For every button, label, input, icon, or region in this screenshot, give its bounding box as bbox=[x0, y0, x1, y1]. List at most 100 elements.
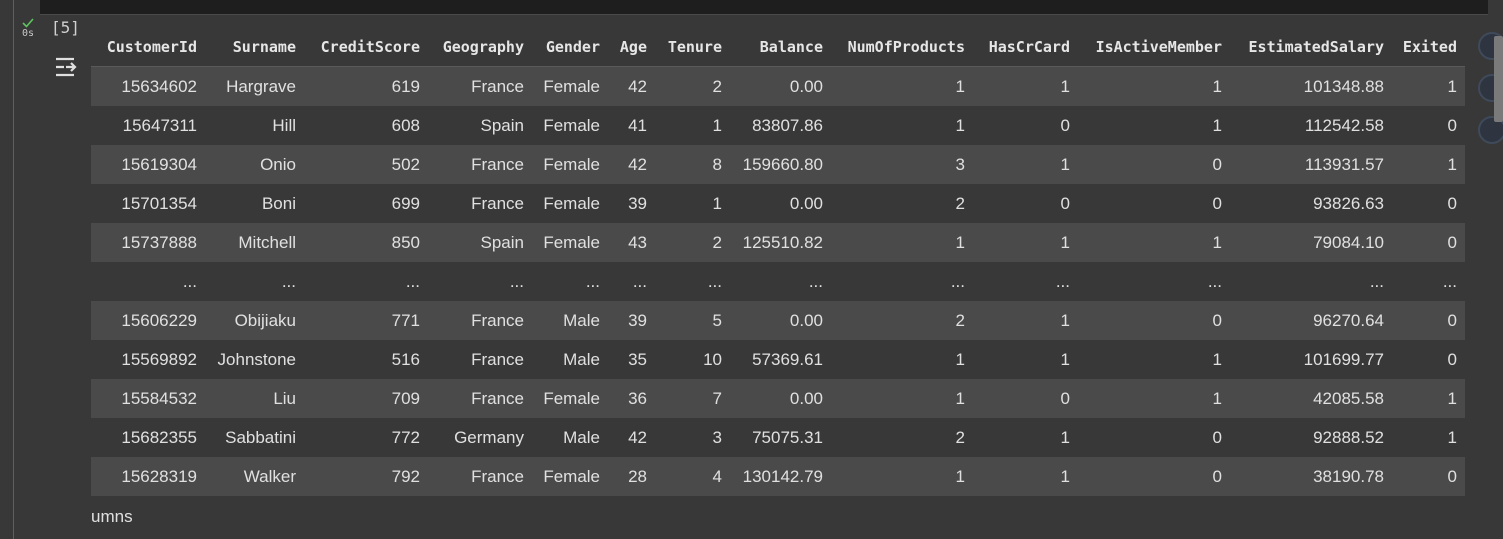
column-header: CreditScore bbox=[304, 28, 428, 67]
table-cell: 2 bbox=[831, 184, 973, 223]
table-cell: 42 bbox=[608, 66, 655, 106]
table-cell: 159660.80 bbox=[730, 145, 831, 184]
column-header: Tenure bbox=[655, 28, 730, 67]
table-cell: 15634602 bbox=[91, 66, 205, 106]
ellipsis-row: ....................................... bbox=[91, 262, 1465, 301]
table-cell: 1 bbox=[1078, 223, 1230, 262]
table-cell: 608 bbox=[304, 106, 428, 145]
table-cell: 1 bbox=[1078, 379, 1230, 418]
table-cell: 101348.88 bbox=[1230, 66, 1392, 106]
table-cell: 15701354 bbox=[91, 184, 205, 223]
table-cell: 0 bbox=[1392, 223, 1465, 262]
table-cell: 4 bbox=[655, 457, 730, 496]
dataframe-shape-text: umns bbox=[91, 507, 133, 526]
table-cell: Sabbatini bbox=[205, 418, 304, 457]
table-cell: 15647311 bbox=[91, 106, 205, 145]
table-cell: 2 bbox=[655, 223, 730, 262]
column-header: Balance bbox=[730, 28, 831, 67]
table-cell: Male bbox=[532, 418, 608, 457]
run-status: 0s bbox=[20, 16, 36, 39]
table-cell: Boni bbox=[205, 184, 304, 223]
table-cell: Male bbox=[532, 340, 608, 379]
table-cell: 1 bbox=[1078, 340, 1230, 379]
table-cell: 79084.10 bbox=[1230, 223, 1392, 262]
table-cell: 1 bbox=[973, 418, 1078, 457]
table-cell: 0 bbox=[1078, 457, 1230, 496]
table-cell: 39 bbox=[608, 301, 655, 340]
column-header: IsActiveMember bbox=[1078, 28, 1230, 67]
table-row: 15737888 Mitchell 850 Spain Female 43 2 125510.… bbox=[91, 223, 1465, 262]
table-cell: 2 bbox=[655, 66, 730, 106]
table-cell: 1 bbox=[973, 66, 1078, 106]
table-cell: France bbox=[428, 457, 532, 496]
cell-top-bar bbox=[40, 0, 1488, 15]
column-header: HasCrCard bbox=[973, 28, 1078, 67]
output-actions-icon[interactable] bbox=[53, 55, 79, 79]
table-cell: Walker bbox=[205, 457, 304, 496]
table-cell: 1 bbox=[831, 340, 973, 379]
table-cell: 0 bbox=[1078, 301, 1230, 340]
table-row: 15682355 Sabbatini 772 Germany Male 42 3 75075.… bbox=[91, 418, 1465, 457]
table-cell: Spain bbox=[428, 106, 532, 145]
table-cell: Female bbox=[532, 184, 608, 223]
table-cell: ... bbox=[91, 262, 205, 301]
table-cell: Hill bbox=[205, 106, 304, 145]
scrollbar[interactable] bbox=[1494, 36, 1503, 122]
table-cell: 15606229 bbox=[91, 301, 205, 340]
table-cell: 15682355 bbox=[91, 418, 205, 457]
table-cell: 1 bbox=[1078, 106, 1230, 145]
table-cell: 41 bbox=[608, 106, 655, 145]
table-cell: 38190.78 bbox=[1230, 457, 1392, 496]
table-cell: 0 bbox=[1078, 145, 1230, 184]
table-cell: Spain bbox=[428, 223, 532, 262]
table-cell: 0 bbox=[973, 379, 1078, 418]
table-cell: 0.00 bbox=[730, 184, 831, 223]
table-cell: 15569892 bbox=[91, 340, 205, 379]
table-cell: 83807.86 bbox=[730, 106, 831, 145]
table-cell: 15619304 bbox=[91, 145, 205, 184]
table-cell: ... bbox=[205, 262, 304, 301]
table-cell: ... bbox=[655, 262, 730, 301]
table-row: 15628319 Walker 792 France Female 28 4 130142.7… bbox=[91, 457, 1465, 496]
table-cell: 1 bbox=[831, 106, 973, 145]
table-header-row: CustomerId Surname CreditScore Geography Gen… bbox=[91, 28, 1465, 67]
dataframe-table-container: CustomerId Surname CreditScore Geography Gen… bbox=[91, 28, 1465, 496]
table-row: 15584532 Liu 709 France Female 36 7 0.00 1 0 1 4208… bbox=[91, 379, 1465, 418]
column-header: Gender bbox=[532, 28, 608, 67]
table-cell: 1 bbox=[1392, 66, 1465, 106]
table-cell: 0.00 bbox=[730, 379, 831, 418]
table-cell: 619 bbox=[304, 66, 428, 106]
table-cell: 772 bbox=[304, 418, 428, 457]
table-cell: 0.00 bbox=[730, 301, 831, 340]
table-cell: 0 bbox=[973, 106, 1078, 145]
table-cell: 15737888 bbox=[91, 223, 205, 262]
table-cell: 5 bbox=[655, 301, 730, 340]
table-cell: 1 bbox=[831, 66, 973, 106]
execution-count: [5] bbox=[51, 18, 80, 37]
table-cell: 1 bbox=[1392, 145, 1465, 184]
table-cell: 0.00 bbox=[730, 66, 831, 106]
table-cell: 36 bbox=[608, 379, 655, 418]
column-header: EstimatedSalary bbox=[1230, 28, 1392, 67]
table-cell: France bbox=[428, 379, 532, 418]
table-cell: 96270.64 bbox=[1230, 301, 1392, 340]
table-cell: 92888.52 bbox=[1230, 418, 1392, 457]
column-header: NumOfProducts bbox=[831, 28, 973, 67]
table-cell: 15628319 bbox=[91, 457, 205, 496]
table-cell: 42 bbox=[608, 418, 655, 457]
table-cell: Male bbox=[532, 301, 608, 340]
table-cell: 1 bbox=[973, 457, 1078, 496]
table-cell: France bbox=[428, 66, 532, 106]
table-cell: 0 bbox=[1078, 418, 1230, 457]
table-cell: France bbox=[428, 340, 532, 379]
table-cell: Mitchell bbox=[205, 223, 304, 262]
table-row: 15647311 Hill 608 Spain Female 41 1 83807.86 1 0 1… bbox=[91, 106, 1465, 145]
table-cell: Liu bbox=[205, 379, 304, 418]
table-cell: 0 bbox=[1392, 340, 1465, 379]
table-cell: Female bbox=[532, 457, 608, 496]
table-cell: Female bbox=[532, 106, 608, 145]
table-cell: Onio bbox=[205, 145, 304, 184]
table-cell: 0 bbox=[1392, 301, 1465, 340]
table-cell: 8 bbox=[655, 145, 730, 184]
table-cell: Germany bbox=[428, 418, 532, 457]
